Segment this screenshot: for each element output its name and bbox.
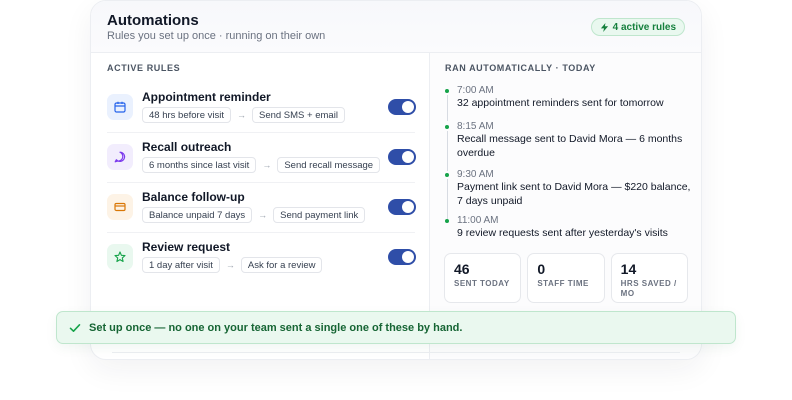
calendar-icon [107, 94, 133, 120]
rule-recall-outreach[interactable]: Recall outreach 6 months since last visi… [107, 133, 416, 183]
rule-toggle[interactable] [388, 149, 416, 165]
active-rules-heading: ACTIVE RULES [107, 63, 181, 73]
star-icon [107, 244, 133, 270]
divider [112, 352, 680, 353]
event-time: 7:00 AM [457, 85, 494, 96]
trigger-chip: Balance unpaid 7 days [142, 207, 253, 223]
activity-heading: RAN AUTOMATICALLY · TODAY [445, 63, 596, 73]
arrow-right-icon: → [225, 260, 235, 270]
stat-label: STAFF TIME [537, 279, 589, 288]
stat-label: SENT TODAY [454, 279, 510, 288]
stats-row: 46 SENT TODAY 0 STAFF TIME 14 HRS SAVED … [444, 253, 688, 303]
badge-label: 4 active rules [612, 21, 676, 33]
active-rules-badge: 4 active rules [590, 18, 685, 36]
rule-name: Appointment reminder [142, 90, 271, 104]
event-time: 11:00 AM [457, 215, 499, 226]
event-description: Payment link sent to David Mora — $220 b… [457, 181, 691, 207]
credit-card-icon [107, 194, 133, 220]
action-chip: Send recall message [277, 157, 381, 173]
stat-value: 46 [454, 261, 470, 277]
timeline-dot [445, 125, 449, 129]
event-time: 8:15 AM [457, 121, 494, 132]
timeline-dot [445, 219, 449, 223]
message-icon [107, 144, 133, 170]
check-icon [69, 324, 81, 332]
action-chip: Ask for a review [240, 257, 323, 273]
stat-hours-saved: 14 HRS SAVED / MO [610, 253, 688, 303]
card-header: Automations Rules you set up once · runn… [91, 1, 701, 53]
lightning-icon [600, 22, 608, 32]
rule-appointment-reminder[interactable]: Appointment reminder 48 hrs before visit… [107, 83, 416, 133]
rule-toggle[interactable] [388, 99, 416, 115]
rule-toggle[interactable] [388, 249, 416, 265]
arrow-right-icon: → [262, 160, 272, 170]
trigger-chip: 48 hrs before visit [142, 107, 231, 123]
action-chip: Send SMS + email [251, 107, 345, 123]
trigger-chip: 6 months since last visit [142, 157, 257, 173]
stat-label: HRS SAVED / MO [620, 279, 677, 298]
event-description: Recall message sent to David Mora — 6 mo… [457, 133, 683, 159]
success-banner: Set up once — no one on your team sent a… [56, 311, 736, 344]
arrow-right-icon: → [236, 110, 246, 120]
trigger-chip: 1 day after visit [142, 257, 220, 273]
timeline-dot [445, 89, 449, 93]
rule-name: Recall outreach [142, 140, 232, 154]
page-subtitle: Rules you set up once · running on their… [107, 30, 326, 42]
rule-name: Review request [142, 240, 231, 254]
timeline-dot [445, 173, 449, 177]
rule-review-request[interactable]: Review request 1 day after visit → Ask f… [107, 233, 416, 283]
stat-value: 14 [620, 261, 637, 277]
event-time: 9:30 AM [457, 169, 494, 180]
page-title: Automations [107, 12, 199, 29]
stat-sent-today: 46 SENT TODAY [444, 253, 522, 303]
event-description: 9 review requests sent after yesterday's… [457, 227, 668, 239]
action-chip: Send payment link [273, 207, 366, 223]
arrow-right-icon: → [258, 210, 268, 220]
stat-staff-time: 0 STAFF TIME [527, 253, 605, 303]
rule-name: Balance follow-up [142, 190, 245, 204]
banner-text: Set up once — no one on your team sent a… [89, 322, 463, 334]
event-description: 32 appointment reminders sent for tomorr… [457, 97, 664, 109]
automations-card: Automations Rules you set up once · runn… [90, 0, 702, 360]
stat-value: 0 [537, 261, 546, 277]
rule-toggle[interactable] [388, 199, 416, 215]
rule-balance-follow-up[interactable]: Balance follow-up Balance unpaid 7 days … [107, 183, 416, 233]
